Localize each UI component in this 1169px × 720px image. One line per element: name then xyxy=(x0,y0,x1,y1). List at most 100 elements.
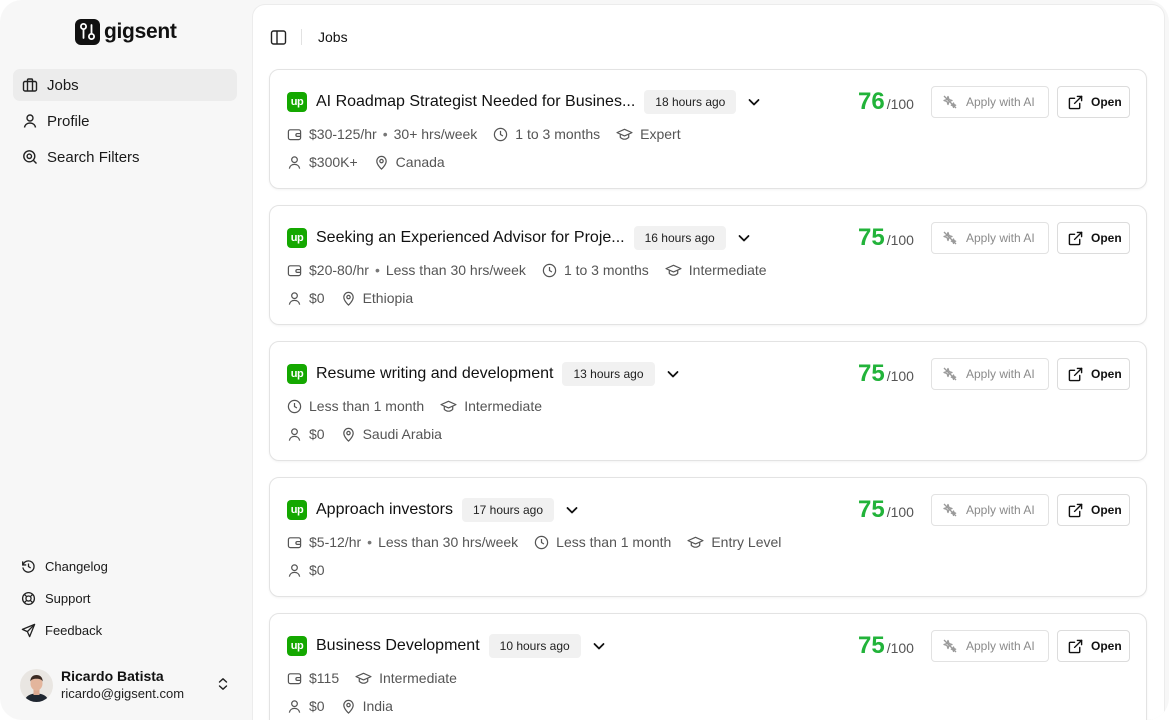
job-level: Intermediate xyxy=(379,670,457,686)
external-link-icon xyxy=(1068,639,1083,653)
open-button[interactable]: Open xyxy=(1057,358,1130,390)
score-value: 75 xyxy=(858,496,885,523)
job-card[interactable]: up Seeking an Experienced Advisor for Pr… xyxy=(269,205,1147,325)
client-location: Saudi Arabia xyxy=(362,426,442,442)
sidebar-toggle-button[interactable] xyxy=(270,29,287,51)
avatar xyxy=(20,668,53,702)
search-icon xyxy=(23,150,37,164)
open-button[interactable]: Open xyxy=(1057,222,1130,254)
sidebar-footer-nav: Changelog Support Feedback xyxy=(13,552,237,648)
upwork-logo-icon: up xyxy=(287,636,307,656)
client-location: Ethiopia xyxy=(362,290,414,306)
sidebar-item-jobs[interactable]: Jobs xyxy=(13,69,237,101)
user-email: ricardo@gigsent.com xyxy=(61,686,185,701)
client-spent: $0 xyxy=(309,290,325,306)
map-pin-icon xyxy=(342,699,354,714)
page-title: Jobs xyxy=(318,29,348,45)
sidebar-item-support[interactable]: Support xyxy=(13,584,237,612)
main-panel: Jobs up AI Roadmap Strategist Needed for… xyxy=(253,5,1164,720)
sparkles-off-icon xyxy=(943,503,957,517)
posted-age-badge: 17 hours ago xyxy=(461,498,555,522)
topbar: Jobs xyxy=(253,5,1164,69)
open-label: Open xyxy=(1091,231,1122,245)
open-button[interactable]: Open xyxy=(1057,630,1130,662)
apply-with-ai-button[interactable]: Apply with AI xyxy=(931,494,1049,526)
job-card[interactable]: up AI Roadmap Strategist Needed for Busi… xyxy=(269,69,1147,189)
match-score: 75/100 xyxy=(858,224,914,252)
apply-with-ai-button[interactable]: Apply with AI xyxy=(931,630,1049,662)
sidebar-nav: Jobs Profile Search Filters xyxy=(13,69,237,177)
sparkles-off-icon xyxy=(943,639,957,653)
expand-button[interactable] xyxy=(591,638,607,654)
score-denominator: /100 xyxy=(886,368,914,384)
upwork-logo-icon: up xyxy=(287,364,307,384)
sidebar-item-label: Feedback xyxy=(45,622,103,638)
sidebar: gigsent Jobs Profile Search Filters Chan… xyxy=(0,0,252,720)
user-menu[interactable]: Ricardo Batista ricardo@gigsent.com xyxy=(20,666,238,704)
job-duration: Less than 1 month xyxy=(556,534,672,550)
open-button[interactable]: Open xyxy=(1057,494,1130,526)
clock-icon xyxy=(542,263,557,277)
score-denominator: /100 xyxy=(886,232,914,248)
apply-with-ai-button[interactable]: Apply with AI xyxy=(931,86,1049,118)
job-title[interactable]: Seeking an Experienced Advisor for Proje… xyxy=(316,229,625,247)
match-score: 76/100 xyxy=(858,88,914,116)
user-icon xyxy=(288,155,301,169)
external-link-icon xyxy=(1068,231,1083,245)
map-pin-icon xyxy=(342,427,354,442)
sidebar-item-label: Changelog xyxy=(45,558,108,574)
expand-button[interactable] xyxy=(746,94,762,110)
chevron-down-icon xyxy=(667,371,678,378)
sidebar-item-label: Support xyxy=(45,590,91,606)
score-denominator: /100 xyxy=(886,640,914,656)
job-hours: 30+ hrs/week xyxy=(393,126,478,142)
sidebar-item-label: Search Filters xyxy=(47,148,140,166)
sidebar-item-changelog[interactable]: Changelog xyxy=(13,552,237,580)
client-spent: $0 xyxy=(309,426,325,442)
user-name: Ricardo Batista xyxy=(61,668,164,684)
logo-icon xyxy=(75,19,100,45)
open-label: Open xyxy=(1091,367,1122,381)
brand-logo[interactable]: gigsent xyxy=(75,19,177,45)
job-title[interactable]: Business Development xyxy=(316,637,480,655)
expand-button[interactable] xyxy=(736,230,752,246)
chevron-down-icon xyxy=(566,507,578,514)
apply-label: Apply with AI xyxy=(966,95,1035,109)
apply-with-ai-button[interactable]: Apply with AI xyxy=(931,358,1049,390)
expand-button[interactable] xyxy=(564,502,580,518)
job-card[interactable]: up Resume writing and development 13 hou… xyxy=(269,341,1147,461)
separator-dot: • xyxy=(374,262,380,278)
sidebar-item-profile[interactable]: Profile xyxy=(13,105,237,137)
sparkles-off-icon xyxy=(943,231,957,245)
job-title[interactable]: Approach investors xyxy=(316,501,453,519)
job-card[interactable]: up Approach investors 17 hours ago $5-12… xyxy=(269,477,1147,597)
score-denominator: /100 xyxy=(886,504,914,520)
lifebuoy-icon xyxy=(21,591,36,605)
job-title[interactable]: Resume writing and development xyxy=(316,365,553,383)
user-icon xyxy=(288,699,301,713)
match-score: 75/100 xyxy=(858,632,914,660)
job-duration: 1 to 3 months xyxy=(515,126,601,142)
client-location: Canada xyxy=(395,154,445,170)
job-title[interactable]: AI Roadmap Strategist Needed for Busines… xyxy=(316,93,635,111)
external-link-icon xyxy=(1068,95,1083,109)
job-duration: 1 to 3 months xyxy=(563,262,649,278)
wallet-icon xyxy=(287,536,302,548)
apply-with-ai-button[interactable]: Apply with AI xyxy=(931,222,1049,254)
sidebar-item-feedback[interactable]: Feedback xyxy=(13,616,237,644)
chevron-down-icon xyxy=(738,235,750,242)
expand-button[interactable] xyxy=(665,366,681,382)
job-rate: $115 xyxy=(309,670,340,686)
job-card[interactable]: up Business Development 10 hours ago $11… xyxy=(269,613,1147,720)
upwork-logo-icon: up xyxy=(287,500,307,520)
open-button[interactable]: Open xyxy=(1057,86,1130,118)
upwork-logo-icon: up xyxy=(287,228,307,248)
separator-dot: • xyxy=(382,126,388,142)
score-value: 75 xyxy=(858,224,885,251)
chevrons-up-down-icon xyxy=(218,678,228,690)
history-icon xyxy=(22,559,35,573)
job-hours: Less than 30 hrs/week xyxy=(385,262,526,278)
client-location: India xyxy=(362,698,393,714)
score-value: 75 xyxy=(858,632,885,659)
sidebar-item-search-filters[interactable]: Search Filters xyxy=(13,141,237,173)
